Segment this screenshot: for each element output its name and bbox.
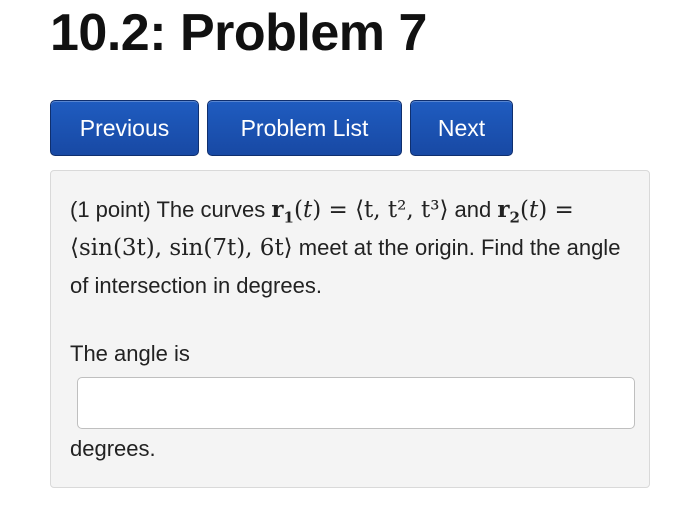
next-button[interactable]: Next [410,100,513,156]
problem-statement: (1 point) The curves r1(t) = ⟨t, t², t³⟩… [70,191,635,304]
and-text: and [454,197,492,222]
problem-list-button[interactable]: Problem List [207,100,402,156]
points-label: (1 point) [70,197,151,222]
curve-2-expression: ⟨sin(3t), sin(7t), 6t⟩ [70,235,293,261]
problem-navigation: Previous Problem List Next [50,100,513,156]
answer-units: degrees. [70,436,156,461]
curve-1-equation: r1(t) = ⟨t, t², t³⟩ [271,196,449,227]
intro-text: The curves [156,197,266,222]
curve-1-subscript: 1 [283,208,294,227]
curve-1-name: r [271,196,284,223]
problem-box: (1 point) The curves r1(t) = ⟨t, t², t³⟩… [50,170,650,488]
curve-1-expression: ⟨t, t², t³⟩ [355,197,449,223]
curve-2-subscript: 2 [509,208,520,227]
page-title: 10.2: Problem 7 [50,4,427,62]
angle-answer-input[interactable] [77,377,635,429]
previous-button[interactable]: Previous [50,100,199,156]
answer-prompt: The angle is [70,341,190,366]
curve-2-name: r [497,196,510,223]
